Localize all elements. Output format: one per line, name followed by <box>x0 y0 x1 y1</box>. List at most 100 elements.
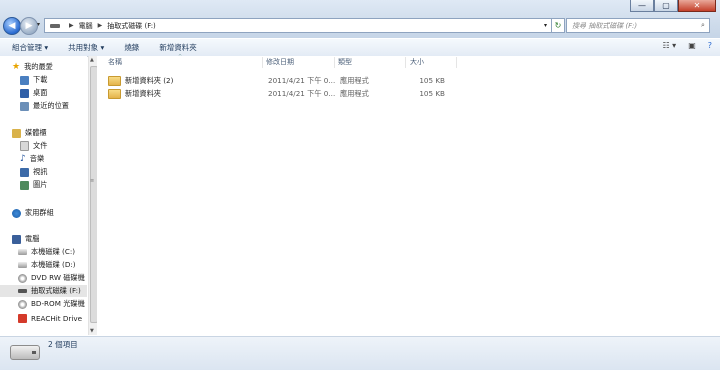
search-icon[interactable]: ⌕ <box>697 21 709 30</box>
nav-homegroup[interactable]: 家用群組 <box>12 207 54 219</box>
refresh-button[interactable]: ↻ <box>551 18 565 33</box>
refresh-icon: ↻ <box>554 21 562 30</box>
column-size[interactable]: 大小 <box>410 56 424 68</box>
help-icon[interactable]: ? <box>708 41 712 50</box>
search-box[interactable]: 搜尋 抽取式磁碟 (F:) ⌕ <box>566 18 710 33</box>
nav-documents[interactable]: 文件 <box>20 140 47 152</box>
scroll-up-icon[interactable]: ▲ <box>90 57 94 63</box>
nav-label: BD-ROM 光碟機 <box>31 299 85 308</box>
nav-favorites[interactable]: ★ 我的最愛 <box>12 61 53 73</box>
removable-drive-icon <box>18 289 27 293</box>
history-dropdown-icon[interactable]: ▾ <box>37 21 40 28</box>
column-type[interactable]: 類型 <box>338 56 352 68</box>
search-placeholder: 搜尋 抽取式磁碟 (F:) <box>572 21 638 30</box>
breadcrumb-drive-f[interactable]: 抽取式磁碟 (F:) <box>107 21 156 31</box>
pictures-icon <box>20 180 29 190</box>
address-bar[interactable]: ▶ 電腦 ▶ 抽取式磁碟 (F:) ▾ <box>44 18 552 33</box>
view-controls: ☷ ▾ ▣ ? <box>662 41 712 50</box>
nav-label: 桌面 <box>33 88 48 97</box>
sort-arrow-icon: ^ <box>178 54 183 60</box>
file-size: 105 KB <box>419 76 445 85</box>
nav-label: 媒體櫃 <box>25 128 47 137</box>
breadcrumb-computer[interactable]: 電腦 <box>79 21 93 31</box>
column-label: 類型 <box>338 58 352 66</box>
file-row[interactable]: 新增資料夾 (2) 2011/4/21 下午 0... 應用程式 105 KB <box>108 74 458 87</box>
file-type: 應用程式 <box>340 88 369 98</box>
close-button[interactable]: ✕ <box>678 0 716 12</box>
column-divider[interactable] <box>405 57 406 68</box>
nav-dvd[interactable]: DVD RW 磁碟機 <box>18 272 85 284</box>
burn-button[interactable]: 燒錄 <box>112 42 147 53</box>
nav-reachit[interactable]: REACHit Drive <box>18 312 82 324</box>
maximize-button[interactable]: ▢ <box>654 0 678 12</box>
nav-pictures[interactable]: 圖片 <box>20 179 47 191</box>
nav-libraries[interactable]: 媒體櫃 <box>12 127 47 139</box>
nav-desktop[interactable]: 桌面 <box>20 87 47 99</box>
column-modified[interactable]: 修改日期 <box>266 56 294 68</box>
nav-videos[interactable]: 視訊 <box>20 166 47 178</box>
share-menu[interactable]: 共用對象 ▾ <box>56 42 112 53</box>
file-name: 新增資料夾 (2) <box>125 75 174 85</box>
nav-label: 抽取式磁碟 (F:) <box>31 286 81 295</box>
documents-icon <box>20 141 29 151</box>
details-pane <box>0 336 720 370</box>
recent-places-icon <box>20 101 29 111</box>
forward-button[interactable]: ▶ <box>20 17 38 35</box>
item-count: 2 個項目 <box>48 340 78 349</box>
dvd-drive-icon <box>18 273 27 283</box>
column-label: 大小 <box>410 58 424 66</box>
nav-label: 電腦 <box>25 234 40 243</box>
nav-music[interactable]: ♪ 音樂 <box>20 153 44 165</box>
nav-computer[interactable]: 電腦 <box>12 233 39 245</box>
videos-icon <box>20 167 29 177</box>
column-divider[interactable] <box>456 57 457 68</box>
breadcrumb-chevron-icon[interactable]: ▶ <box>98 22 103 29</box>
minimize-button[interactable]: — <box>630 0 654 12</box>
column-label: 名稱 <box>108 58 122 66</box>
arrow-left-icon: ◀ <box>8 21 16 31</box>
nav-drive-f[interactable]: 抽取式磁碟 (F:) <box>0 285 87 297</box>
star-icon: ★ <box>12 62 21 72</box>
nav-label: REACHit Drive <box>31 313 83 323</box>
nav-label: 下載 <box>33 75 48 84</box>
nav-label: 文件 <box>33 141 48 150</box>
nav-recent[interactable]: 最近的位置 <box>20 100 69 112</box>
hard-drive-icon <box>18 249 27 255</box>
nav-label: 本機磁碟 (D:) <box>31 260 76 269</box>
nav-label: 本機磁碟 (C:) <box>31 247 76 256</box>
column-divider[interactable] <box>334 57 335 68</box>
back-button[interactable]: ◀ <box>3 17 21 35</box>
file-name: 新增資料夾 <box>125 88 161 98</box>
homegroup-icon <box>12 208 21 218</box>
navigation-pane: ★ 我的最愛 下載 桌面 最近的位置 媒體櫃 文件 ♪ 音樂 視訊 圖片 家用群組 … <box>0 56 87 335</box>
arrow-right-icon: ▶ <box>25 21 33 31</box>
nav-label: 圖片 <box>33 180 48 189</box>
nav-scrollbar[interactable]: ▲ ≡ ▼ <box>88 56 98 335</box>
bd-drive-icon <box>18 299 27 309</box>
address-dropdown-icon[interactable]: ▾ <box>544 22 551 29</box>
breadcrumb-chevron-icon[interactable]: ▶ <box>69 22 74 29</box>
nav-label: 家用群組 <box>25 208 54 217</box>
view-options-icon[interactable]: ☷ ▾ <box>662 41 676 50</box>
nav-label: 視訊 <box>33 167 48 176</box>
column-name[interactable]: 名稱 <box>108 56 122 68</box>
computer-icon <box>12 234 21 244</box>
file-type: 應用程式 <box>340 75 369 85</box>
file-modified: 2011/4/21 下午 0... <box>268 75 336 85</box>
organize-menu[interactable]: 組合管理 ▾ <box>0 42 56 53</box>
nav-bdrom[interactable]: BD-ROM 光碟機 <box>18 298 85 310</box>
library-icon <box>12 128 21 138</box>
downloads-icon <box>20 75 29 85</box>
preview-pane-icon[interactable]: ▣ <box>688 41 696 50</box>
command-bar: 組合管理 ▾ 共用對象 ▾ 燒錄 新增資料夾 <box>0 38 720 57</box>
new-folder-button[interactable]: 新增資料夾 <box>147 42 205 53</box>
file-row[interactable]: 新增資料夾 2011/4/21 下午 0... 應用程式 105 KB <box>108 87 458 100</box>
nav-label: DVD RW 磁碟機 <box>31 273 85 282</box>
nav-drive-d[interactable]: 本機磁碟 (D:) <box>18 259 76 271</box>
nav-drive-c[interactable]: 本機磁碟 (C:) <box>18 246 75 258</box>
folder-icon <box>108 88 121 99</box>
nav-downloads[interactable]: 下載 <box>20 74 47 86</box>
column-divider[interactable] <box>262 57 263 68</box>
scroll-down-icon[interactable]: ▼ <box>90 328 94 334</box>
nav-label: 我的最愛 <box>24 62 53 71</box>
